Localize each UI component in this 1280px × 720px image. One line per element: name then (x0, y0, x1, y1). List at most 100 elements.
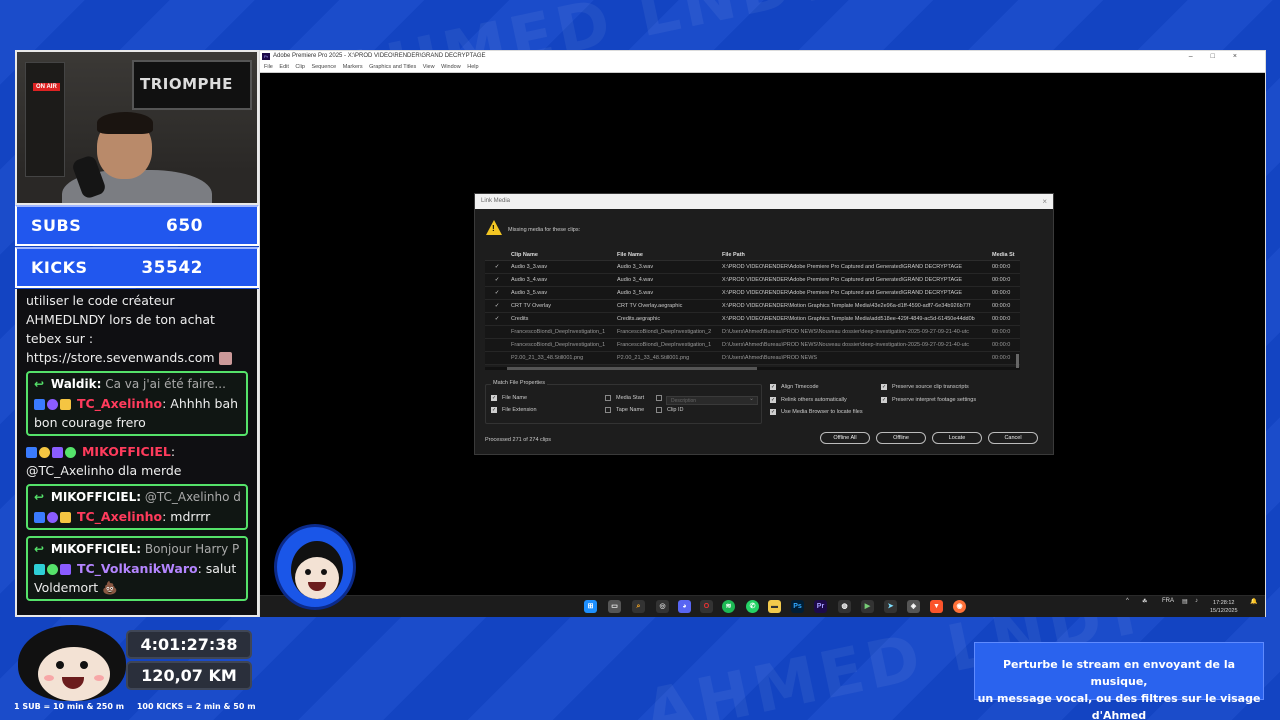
table-header: Clip Name File Name File Path Media St (485, 249, 1020, 261)
table-row[interactable]: P2.00_21_33_48.Still001.png P2.00_21_33_4… (485, 352, 1020, 365)
mascot-avatar (274, 524, 356, 610)
premiere-logo-icon: Pr (262, 53, 270, 60)
premiere-icon[interactable]: Pr (814, 600, 827, 613)
brave-icon[interactable]: ▼ (930, 600, 943, 613)
checkbox-file-extension[interactable]: ✓ File Extension (491, 407, 537, 413)
cell-clip-name: P2.00_21_33_48.Still001.png (511, 355, 584, 361)
opera-icon[interactable]: O (700, 600, 713, 613)
badge-icon (60, 512, 71, 523)
menu-view[interactable]: View (423, 64, 435, 70)
obs-icon[interactable]: ◎ (656, 600, 669, 613)
row-checkbox[interactable]: ✓ (485, 274, 509, 286)
minimize-icon[interactable]: – (1189, 53, 1211, 60)
tray-app-icon[interactable]: ☘ (1142, 598, 1147, 605)
checkbox-tape-name[interactable]: Tape Name (605, 407, 644, 413)
table-row[interactable]: ✓ CRT TV Overlay CRT TV Overlay.aegraphic X… (485, 300, 1020, 313)
checkbox-clip-id[interactable]: Clip ID (656, 407, 684, 413)
checkbox-relink-auto[interactable]: ✓ Relink others automatically (770, 397, 847, 403)
cell-clip-name: CRT TV Overlay (511, 303, 552, 309)
row-checkbox[interactable] (485, 352, 509, 364)
stats-panel: 4:01:27:38 120,07 KM (126, 630, 252, 698)
badge-icon (60, 564, 71, 575)
firefox-icon[interactable]: ◉ (953, 600, 966, 613)
folder-icon[interactable]: ▬ (768, 600, 781, 613)
cancel-button[interactable]: Cancel (988, 432, 1038, 444)
checkbox-media-start[interactable]: Media Start (605, 395, 644, 401)
spotify-icon[interactable]: ≋ (722, 600, 735, 613)
photoshop-icon[interactable]: Ps (791, 600, 804, 613)
chat-panel: utiliser le code créateur AHMEDLNDY lors… (15, 289, 259, 617)
row-checkbox[interactable] (485, 326, 509, 338)
horizontal-scrollbar[interactable] (485, 367, 1020, 370)
tray-chevron-icon[interactable]: ^ (1126, 598, 1129, 604)
task-view-icon[interactable]: ▭ (608, 600, 621, 613)
badge-icon (34, 399, 45, 410)
notification-icon[interactable]: 🔔 (1250, 598, 1257, 605)
checkbox-preserve-transcripts[interactable]: ✓ Preserve source clip transcripts (881, 384, 969, 390)
app-icon[interactable]: ◍ (838, 600, 851, 613)
kicks-value: 35542 (141, 257, 203, 278)
menu-edit[interactable]: Edit (279, 64, 288, 70)
missing-clips-table: Clip Name File Name File Path Media St ✓… (485, 249, 1020, 365)
col-file-name[interactable]: File Name (615, 249, 720, 260)
row-checkbox[interactable]: ✓ (485, 287, 509, 299)
dialog-title: Link Media (481, 198, 511, 204)
cell-file-path: D:\Users\Ahmed\Bureau\PROD NEWS\Nouveau … (722, 342, 970, 348)
offline-button[interactable]: Offline (876, 432, 926, 444)
vertical-scrollbar[interactable] (1016, 354, 1019, 368)
shield-icon[interactable]: ◈ (907, 600, 920, 613)
close-icon[interactable]: × (1233, 53, 1255, 60)
table-row[interactable]: ✓ Audio 3_4.wav Audio 3_4.wav X:\PROD VIDEO… (485, 274, 1020, 287)
menu-clip[interactable]: Clip (295, 64, 304, 70)
network-icon[interactable]: ▤ (1182, 598, 1188, 605)
menu-markers[interactable]: Markers (343, 64, 363, 70)
window-controls[interactable]: –□× (1189, 51, 1255, 62)
checkbox-align-timecode[interactable]: ✓ Align Timecode (770, 384, 819, 390)
checkbox-media-browser[interactable]: ✓ Use Media Browser to locate files (770, 409, 863, 415)
checkbox-file-name[interactable]: ✓ File Name (491, 395, 527, 401)
volume-icon[interactable]: ♪ (1195, 598, 1198, 604)
table-row[interactable]: FrancescoBiondi_DeepInvestigation_1 Franc… (485, 339, 1020, 352)
start-icon[interactable]: ⊞ (584, 600, 597, 613)
whatsapp-icon[interactable]: ✆ (746, 600, 759, 613)
col-file-path[interactable]: File Path (720, 249, 990, 260)
badge-icon (47, 564, 58, 575)
menu-graphics[interactable]: Graphics and Titles (369, 64, 416, 70)
locate-button[interactable]: Locate (932, 432, 982, 444)
language-indicator[interactable]: FRA (1162, 598, 1174, 604)
webcam-feed: ON AIR TRIOMPHE (15, 50, 259, 205)
menu-window[interactable]: Window (441, 64, 461, 70)
offline-all-button[interactable]: Offline All (820, 432, 870, 444)
table-row[interactable]: ✓ Audio 3_3.wav Audio 3_3.wav X:\PROD VIDEO… (485, 261, 1020, 274)
table-row[interactable]: ✓ Audio 3_5.wav Audio 3_5.wav X:\PROD VIDEO… (485, 287, 1020, 300)
table-row[interactable]: FrancescoBiondi_DeepInvestigation_1 Franc… (485, 326, 1020, 339)
window-titlebar[interactable]: Pr Adobe Premiere Pro 2025 - X:\PROD VID… (260, 51, 1265, 62)
search-icon[interactable]: ⌕ (632, 600, 645, 613)
menu-help[interactable]: Help (467, 64, 478, 70)
discord-icon[interactable]: ◕ (678, 600, 691, 613)
checkbox-preserve-interpret[interactable]: ✓ Preserve interpret footage settings (881, 397, 976, 403)
row-checkbox[interactable] (485, 339, 509, 351)
arrow-app-icon[interactable]: ➤ (884, 600, 897, 613)
chat-intro-message: utiliser le code créateur AHMEDLNDY lors… (26, 291, 248, 367)
mascot-avatar-large (18, 625, 126, 701)
row-checkbox[interactable]: ✓ (485, 313, 509, 325)
row-checkbox[interactable]: ✓ (485, 261, 509, 273)
cell-file-path: D:\Users\Ahmed\Bureau\PROD NEWS (722, 355, 818, 361)
maximize-icon[interactable]: □ (1211, 53, 1233, 60)
badge-icon (65, 447, 76, 458)
triomphe-poster: TRIOMPHE (132, 60, 252, 110)
col-clip-name[interactable]: Clip Name (509, 249, 615, 260)
cell-media-start: 00:00:0 (992, 277, 1011, 283)
menu-sequence[interactable]: Sequence (311, 64, 336, 70)
play-icon[interactable]: ▶ (861, 600, 874, 613)
clock[interactable]: 17:28:12 15/12/2025 (1210, 599, 1238, 615)
description-dropdown[interactable]: Description (666, 395, 758, 405)
close-icon[interactable]: × (1042, 194, 1047, 209)
dialog-titlebar[interactable]: Link Media × (475, 194, 1053, 209)
row-checkbox[interactable]: ✓ (485, 300, 509, 312)
table-row[interactable]: ✓ Credits Credits.aegraphic X:\PROD VIDEO\R… (485, 313, 1020, 326)
cell-media-start: 00:00:0 (992, 290, 1011, 296)
menu-file[interactable]: File (264, 64, 273, 70)
col-media-start[interactable]: Media St (990, 249, 1020, 260)
